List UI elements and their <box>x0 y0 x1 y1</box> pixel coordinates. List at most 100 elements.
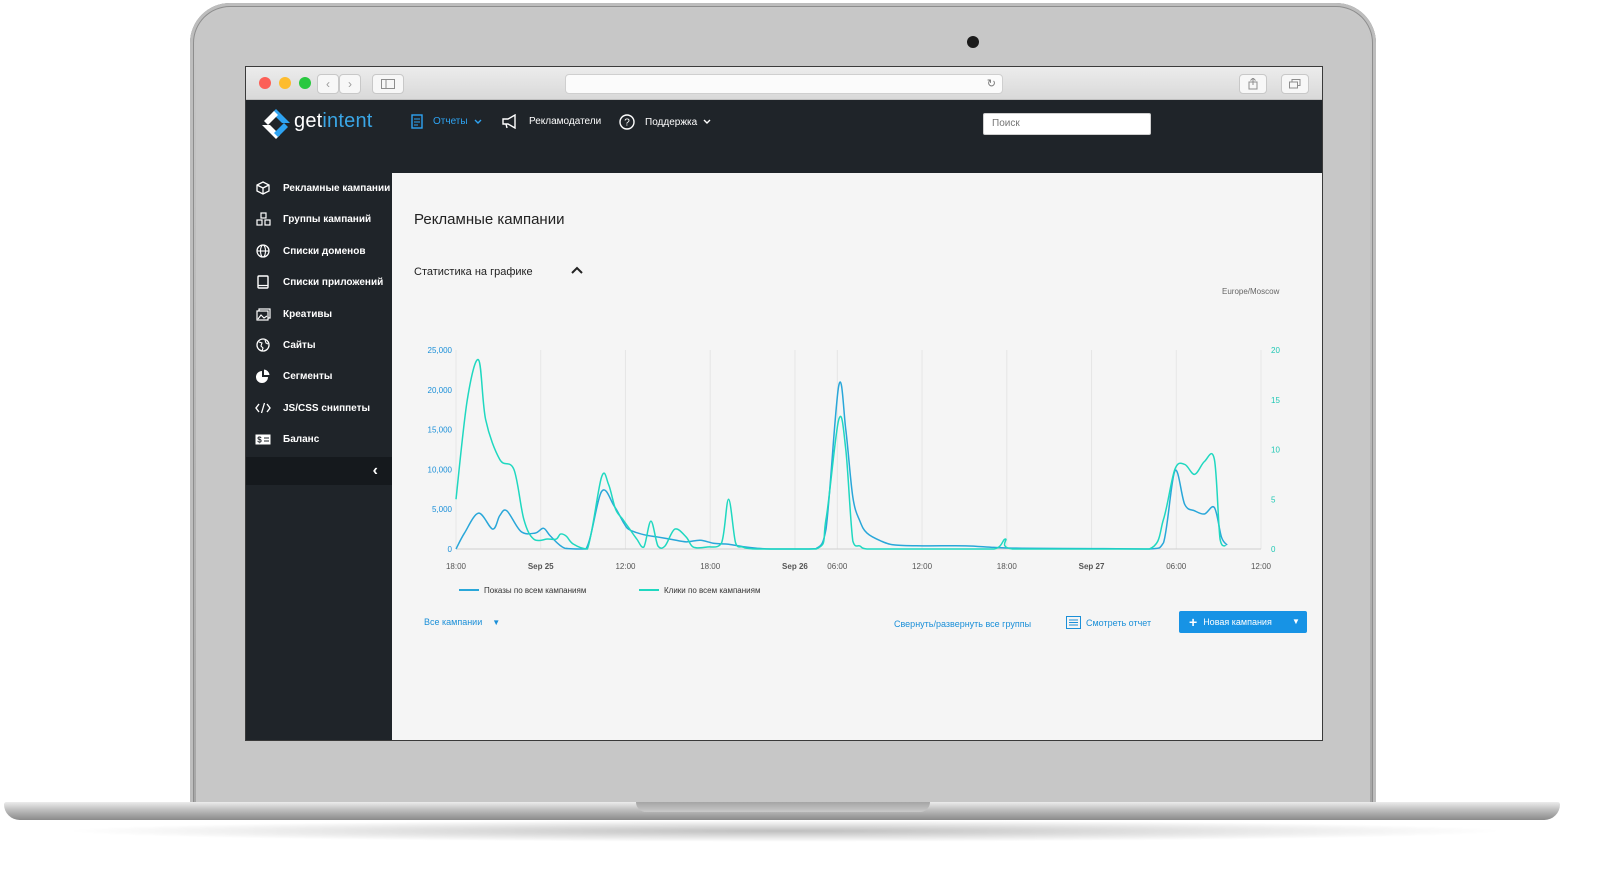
sidebar-item-label: Группы кампаний <box>283 213 372 225</box>
chevron-down-icon <box>703 119 711 124</box>
topnav-reports[interactable]: Отчеты <box>411 114 482 129</box>
campaign-filter-dropdown[interactable]: Все кампании ▼ <box>424 617 500 627</box>
sidebar-item-sites[interactable]: Сайты <box>246 334 392 356</box>
y-right-tick-label: 20 <box>1271 346 1280 355</box>
main-content: Рекламные кампании Статистика на графике… <box>394 173 1322 740</box>
brand-logo-text: getintent <box>294 110 373 132</box>
y-right-tick-label: 5 <box>1271 495 1276 504</box>
pie-icon <box>255 368 271 384</box>
y-right-tick-label: 15 <box>1271 396 1280 405</box>
new-campaign-button[interactable]: + Новая кампания ▼ <box>1179 611 1307 633</box>
sidebar-item-label: Рекламные кампании <box>283 182 391 194</box>
caret-down-icon: ▼ <box>492 618 501 627</box>
x-tick-label: 18:00 <box>446 562 467 571</box>
sidebar-item-label: Сегменты <box>283 370 333 382</box>
forward-button[interactable]: › <box>339 74 361 94</box>
y-left-tick-label: 15,000 <box>428 426 453 435</box>
series-line <box>455 359 1227 550</box>
sidebar-item-label: Креативы <box>283 308 333 320</box>
screen: ‹ › ↻ getintent Отчеты Рекламодатели ? П… <box>245 66 1323 741</box>
toggle-groups-link[interactable]: Свернуть/развернуть все группы <box>894 619 1031 629</box>
series-line <box>455 381 1228 550</box>
x-tick-label: 18:00 <box>700 562 721 571</box>
caret-down-icon[interactable]: ▼ <box>1285 611 1307 633</box>
sidebar-item-label: JS/CSS сниппеты <box>283 402 371 414</box>
y-left-tick-label: 5,000 <box>432 505 453 514</box>
sidebar-item-campaigns[interactable]: Рекламные кампании <box>246 177 392 199</box>
sidebar-item-creatives[interactable]: Креативы <box>246 303 392 325</box>
x-tick-label: 18:00 <box>997 562 1018 571</box>
view-report-link[interactable]: Смотреть отчет <box>1066 616 1151 629</box>
y-right-tick-label: 0 <box>1271 545 1276 554</box>
cube-icon <box>255 180 271 196</box>
sidebar-collapse-button[interactable]: ‹ <box>246 457 392 485</box>
chevron-up-icon[interactable] <box>571 263 583 277</box>
topnav-advertisers[interactable]: Рекламодатели <box>501 114 601 129</box>
camera-icon <box>967 36 979 48</box>
chevron-down-icon <box>474 119 482 124</box>
sidebar-item-balance[interactable]: $ Баланс <box>246 428 392 450</box>
code-icon <box>255 400 271 416</box>
stats-section-title[interactable]: Статистика на графике <box>414 266 533 278</box>
help-circle-icon: ? <box>619 114 635 130</box>
laptop-floor-shadow <box>60 820 1510 842</box>
campaign-filter-label: Все кампании <box>424 617 483 627</box>
x-tick-label: Sep 25 <box>528 562 554 571</box>
tabs-icon <box>1289 79 1301 89</box>
search-input[interactable] <box>983 113 1151 135</box>
y-left-tick-label: 20,000 <box>428 386 453 395</box>
svg-text:?: ? <box>624 118 630 129</box>
logo-icon <box>262 109 290 139</box>
timezone-label: Europe/Moscow <box>1222 287 1280 296</box>
stats-chart: 18:00 Sep 25 12:00 18:00 Sep 26 06:00 12:00 18:… <box>428 346 1281 595</box>
topnav-support-label: Поддержка <box>645 116 698 128</box>
page-title: Рекламные кампании <box>414 211 565 228</box>
laptop-notch <box>636 802 930 812</box>
money-icon: $ <box>255 431 271 447</box>
app-header: getintent Отчеты Рекламодатели ? Поддерж… <box>246 100 1322 173</box>
sidebar-item-snippets[interactable]: JS/CSS сниппеты <box>246 397 392 419</box>
maximize-window-button[interactable] <box>299 77 311 89</box>
tablet-icon <box>255 274 271 290</box>
sidebar-item-campaign-groups[interactable]: Группы кампаний <box>246 208 392 230</box>
view-report-label: Смотреть отчет <box>1086 617 1152 628</box>
list-icon <box>1066 616 1081 629</box>
sidebar-item-label: Списки приложений <box>283 276 384 288</box>
y-right-tick-label: 10 <box>1271 446 1280 455</box>
globe-icon <box>255 243 271 259</box>
chevron-right-icon: › <box>348 77 352 91</box>
x-tick-label: 12:00 <box>1251 562 1272 571</box>
sidebar-item-label: Баланс <box>283 433 320 445</box>
svg-text:$: $ <box>257 435 262 444</box>
legend-label: Показы по всем кампаниям <box>484 586 586 595</box>
sidebar-item-label: Списки доменов <box>283 245 366 257</box>
close-window-button[interactable] <box>259 77 271 89</box>
minimize-window-button[interactable] <box>279 77 291 89</box>
sidebar-item-segments[interactable]: Сегменты <box>246 365 392 387</box>
sidebar-item-app-lists[interactable]: Списки приложений <box>246 271 392 293</box>
document-icon <box>411 114 423 129</box>
chevron-left-icon: ‹ <box>326 77 330 91</box>
x-tick-label: 06:00 <box>827 562 848 571</box>
topnav-support[interactable]: ? Поддержка <box>619 114 711 130</box>
address-bar[interactable]: ↻ <box>565 74 1003 94</box>
topnav-reports-label: Отчеты <box>433 116 468 127</box>
tabs-button[interactable] <box>1281 74 1309 94</box>
megaphone-icon <box>502 114 516 129</box>
sidebar-item-domain-lists[interactable]: Списки доменов <box>246 240 392 262</box>
x-tick-label: 12:00 <box>912 562 933 571</box>
new-campaign-label: Новая кампания <box>1203 617 1272 627</box>
y-left-tick-label: 0 <box>448 545 453 554</box>
x-tick-label: Sep 27 <box>1079 562 1105 571</box>
reload-icon[interactable]: ↻ <box>987 75 996 93</box>
sidebar-toggle-button[interactable] <box>372 74 404 94</box>
x-tick-label: 06:00 <box>1166 562 1187 571</box>
x-tick-label: 12:00 <box>615 562 636 571</box>
back-button[interactable]: ‹ <box>317 74 339 94</box>
topnav-advertisers-label: Рекламодатели <box>529 116 602 127</box>
share-icon <box>1248 77 1258 90</box>
share-button[interactable] <box>1239 74 1267 94</box>
chevron-left-icon: ‹ <box>372 462 378 479</box>
sidebar-icon <box>381 79 395 89</box>
sidebar: Рекламные кампании Группы кампаний Списк… <box>246 173 392 740</box>
